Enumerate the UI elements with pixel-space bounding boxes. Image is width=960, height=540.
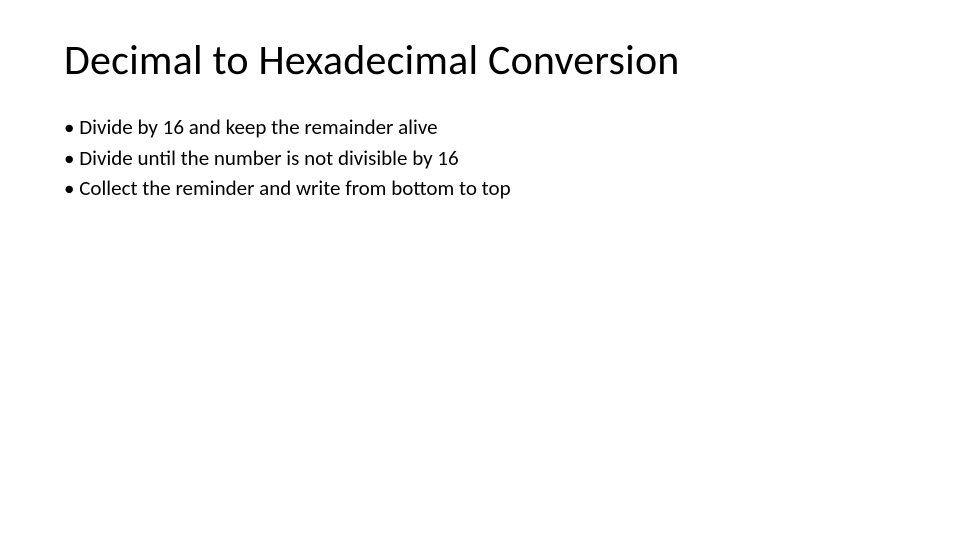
bullet-item: Divide until the number is not divisible… (64, 143, 896, 173)
bullet-item: Collect the reminder and write from bott… (64, 173, 896, 203)
slide-title: Decimal to Hexadecimal Conversion (64, 38, 896, 84)
bullet-list: Divide by 16 and keep the remainder aliv… (64, 112, 896, 203)
slide: Decimal to Hexadecimal Conversion Divide… (0, 0, 960, 540)
bullet-item: Divide by 16 and keep the remainder aliv… (64, 112, 896, 142)
